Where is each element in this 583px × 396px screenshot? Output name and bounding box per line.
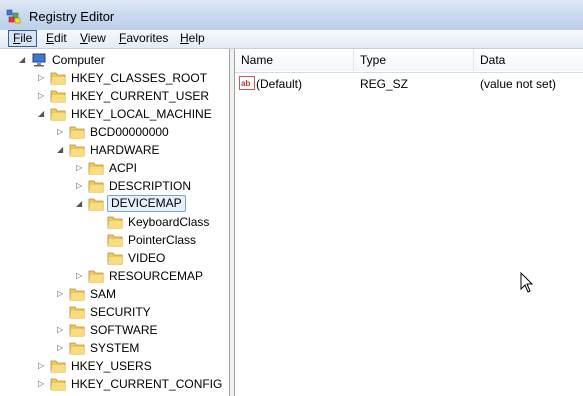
collapse-arrow-icon[interactable]: ◢ [76,200,84,208]
value-type: REG_SZ [360,77,409,91]
folder-icon [69,306,85,319]
tree-label: Computer [52,53,105,67]
expand-arrow-icon[interactable]: ▷ [57,128,65,136]
registry-tree[interactable]: ◢ Computer ▷ HKEY_CLASSES_ROOT ▷ HKEY_CURRE… [0,49,230,396]
tree-label: DEVICEMAP [107,195,186,212]
registry-editor-icon [6,9,21,24]
expand-arrow-icon[interactable]: ▷ [38,92,46,100]
tree-item[interactable]: PointerClass [0,231,229,249]
column-header-name[interactable]: Name [235,49,354,71]
tree-item[interactable]: ▷ RESOURCEMAP [0,267,229,285]
folder-icon [107,234,123,247]
list-row[interactable]: ab (Default) REG_SZ (value not set) [235,75,583,93]
computer-icon [32,53,46,67]
title-bar[interactable]: Registry Editor [0,0,583,30]
tree-label: HKEY_LOCAL_MACHINE [71,107,212,121]
list-header: Name Type Data [235,49,583,73]
expand-arrow-icon[interactable]: ▷ [57,344,65,352]
tree-label: SOFTWARE [90,323,158,337]
expand-arrow-icon[interactable]: ▷ [76,272,84,280]
folder-icon [69,144,85,157]
tree-label: HKEY_CURRENT_USER [71,89,210,103]
folder-icon [88,270,104,283]
tree-item[interactable]: ◢ HARDWARE [0,141,229,159]
folder-icon [69,324,85,337]
folder-icon [88,180,104,193]
tree-item[interactable]: ▷ BCD00000000 [0,123,229,141]
tree-label: SECURITY [90,305,151,319]
expand-arrow-icon[interactable]: ▷ [57,326,65,334]
menu-favorites[interactable]: Favorites [115,31,172,46]
tree-label: KeyboardClass [128,215,210,229]
folder-icon [107,252,123,265]
folder-icon [88,162,104,175]
folder-icon [69,126,85,139]
tree-label: VIDEO [128,251,166,265]
folder-icon [69,288,85,301]
menu-view[interactable]: View [76,31,110,46]
tree-item[interactable]: ▷ SYSTEM [0,339,229,357]
expand-arrow-icon[interactable]: ▷ [76,164,84,172]
tree-item[interactable]: ▷ HKEY_CURRENT_CONFIG [0,375,229,393]
folder-icon [50,378,66,391]
folder-icon [50,90,66,103]
column-header-type[interactable]: Type [354,49,474,71]
tree-label: HKEY_CURRENT_CONFIG [71,377,223,391]
expand-arrow-icon[interactable]: ▷ [38,380,46,388]
expand-arrow-icon[interactable]: ▷ [38,74,46,82]
tree-item[interactable]: ▷ SAM [0,285,229,303]
tree-item[interactable]: ▷ ACPI [0,159,229,177]
tree-item[interactable]: ▷ HKEY_USERS [0,357,229,375]
window-title: Registry Editor [29,9,115,24]
tree-item[interactable]: KeyboardClass [0,213,229,231]
tree-item[interactable]: ▷ DESCRIPTION [0,177,229,195]
expand-arrow-icon[interactable]: ▷ [38,362,46,370]
tree-label: HKEY_CLASSES_ROOT [71,71,208,85]
string-value-icon: ab [239,76,255,90]
expand-arrow-icon[interactable]: ▷ [57,290,65,298]
folder-icon [50,360,66,373]
folder-icon [107,216,123,229]
svg-text:ab: ab [241,79,250,88]
tree-item[interactable]: ▷ SOFTWARE [0,321,229,339]
tree-label: RESOURCEMAP [109,269,204,283]
tree-label: BCD00000000 [90,125,169,139]
tree-item[interactable]: ◢ HKEY_LOCAL_MACHINE [0,105,229,123]
menu-file[interactable]: File [8,30,38,47]
value-name: (Default) [256,77,303,91]
tree-item-computer[interactable]: ◢ Computer [0,51,229,69]
menu-edit[interactable]: Edit [42,31,71,46]
tree-item[interactable]: ◢ DEVICEMAP [0,195,229,213]
tree-label: HKEY_USERS [71,359,152,373]
column-header-data[interactable]: Data [474,49,583,71]
expand-arrow-icon[interactable]: ▷ [76,182,84,190]
tree-item[interactable]: VIDEO [0,249,229,267]
tree-item[interactable]: ▷ HKEY_CURRENT_USER [0,87,229,105]
tree-item[interactable]: ▷ HKEY_CLASSES_ROOT [0,69,229,87]
tree-label: ACPI [109,161,138,175]
value-data: (value not set) [480,77,557,91]
tree-label: PointerClass [128,233,197,247]
tree-label: SAM [90,287,117,301]
folder-icon [69,342,85,355]
tree-label: SYSTEM [90,341,140,355]
mouse-pointer-icon [520,272,534,293]
tree-item[interactable]: SECURITY [0,303,229,321]
menu-bar: File Edit View Favorites Help [0,30,583,49]
values-list[interactable]: Name Type Data ab (Default) REG_SZ (valu… [235,49,583,396]
collapse-arrow-icon[interactable]: ◢ [57,146,65,154]
folder-icon [88,198,104,211]
folder-icon [50,108,66,121]
menu-help[interactable]: Help [176,31,209,46]
expand-arrow-icon[interactable]: ◢ [19,56,27,64]
folder-icon [50,72,66,85]
collapse-arrow-icon[interactable]: ◢ [38,110,46,118]
tree-label: HARDWARE [90,143,160,157]
tree-label: DESCRIPTION [109,179,192,193]
